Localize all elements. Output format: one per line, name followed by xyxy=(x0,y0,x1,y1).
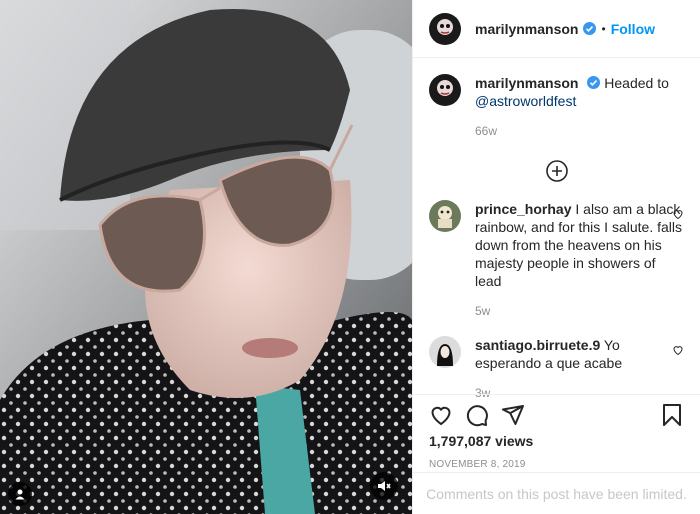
avatar[interactable] xyxy=(429,12,461,45)
caption-mention-link[interactable]: @astroworldfest xyxy=(475,93,576,109)
post-actions: 1,797,087 views NOVEMBER 8, 2019 xyxy=(413,394,700,470)
caption-age[interactable]: 66w xyxy=(475,122,684,140)
comment-icon[interactable] xyxy=(465,403,489,427)
post-side-panel: marilynmanson • Follow marilynmanson Hea… xyxy=(412,0,700,514)
video-frame xyxy=(0,0,412,514)
view-count[interactable]: 1,797,087 views xyxy=(429,433,684,449)
heart-icon[interactable] xyxy=(429,403,453,427)
plus-circle-icon[interactable] xyxy=(545,160,568,182)
comments-list: marilynmanson Headed to @astroworldfest … xyxy=(413,58,700,402)
follow-button[interactable]: Follow xyxy=(611,21,655,37)
post-username[interactable]: marilynmanson xyxy=(475,21,578,37)
comment-age[interactable]: 5w xyxy=(475,302,684,320)
heart-icon[interactable] xyxy=(672,208,684,220)
avatar[interactable] xyxy=(429,74,461,106)
comment-username[interactable]: prince_horhay xyxy=(475,201,571,217)
caption: marilynmanson Headed to @astroworldfest … xyxy=(429,74,684,140)
post-header: marilynmanson • Follow xyxy=(413,0,700,58)
post-date: NOVEMBER 8, 2019 xyxy=(429,459,526,470)
avatar[interactable] xyxy=(429,336,461,368)
caption-username[interactable]: marilynmanson xyxy=(475,75,578,91)
caption-text: Headed to xyxy=(604,75,669,91)
paper-plane-icon[interactable] xyxy=(501,403,525,427)
comments-limited-notice: Comments on this post have been limited. xyxy=(413,472,700,514)
comment-username[interactable]: santiago.birruete.9 xyxy=(475,337,600,353)
bookmark-icon[interactable] xyxy=(660,403,684,427)
muted-speaker-icon[interactable] xyxy=(370,472,398,500)
user-tag-icon[interactable] xyxy=(8,482,32,506)
avatar[interactable] xyxy=(429,200,461,232)
verified-badge-icon xyxy=(583,22,597,35)
comment-item: santiago.birruete.9 Yo esperando a que a… xyxy=(429,336,684,402)
separator-dot: • xyxy=(601,21,606,36)
verified-badge-icon xyxy=(587,76,601,89)
instagram-post: marilynmanson • Follow marilynmanson Hea… xyxy=(0,0,700,514)
post-video[interactable] xyxy=(0,0,412,514)
action-icons xyxy=(429,395,684,435)
heart-icon[interactable] xyxy=(672,344,684,356)
comment-item: prince_horhay I also am a black rainbow,… xyxy=(429,200,684,320)
